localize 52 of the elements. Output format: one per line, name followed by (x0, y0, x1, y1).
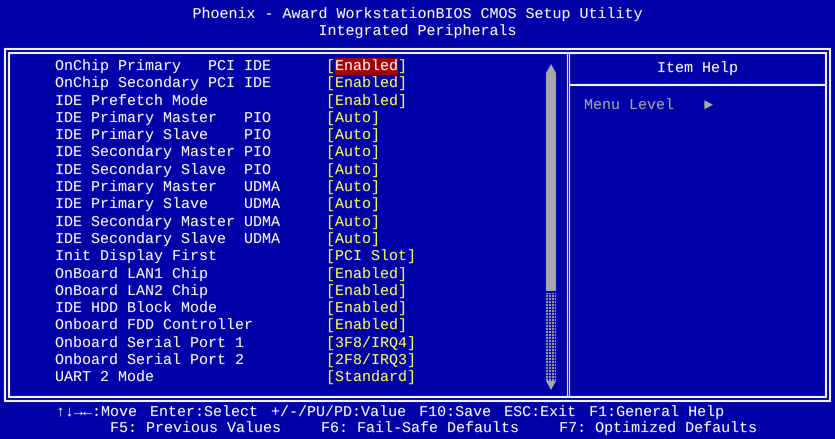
setting-value[interactable]: [Auto] (326, 110, 380, 128)
setting-label: Onboard Serial Port 2 (55, 352, 246, 370)
setting-label: OnChip Secondary PCI IDE (55, 75, 272, 93)
key-hint: +/-/PU/PD:Value (271, 405, 406, 421)
setting-value[interactable]: [Auto] (326, 196, 380, 214)
setting-label: IDE Secondary Master PIO (55, 144, 272, 162)
menu-level-label: Menu Level (584, 96, 674, 116)
menu-level-arrow: ► (704, 96, 714, 116)
setting-value[interactable]: [Auto] (326, 127, 380, 144)
setting-label: IDE Secondary Slave UDMA (55, 230, 282, 248)
setting-value[interactable]: [3F8/IRQ4] (326, 334, 416, 352)
key-hint: Enter:Select (150, 405, 258, 421)
setting-label: OnBoard LAN2 Chip (55, 282, 210, 300)
setting-label: IDE Prefetch Mode (55, 92, 210, 110)
setting-label: IDE HDD Block Mode (55, 300, 218, 318)
scrollbar-drawing[interactable] (546, 73, 556, 381)
setting-value[interactable]: [Auto] (326, 162, 380, 180)
setting-value[interactable]: [Enabled] (326, 92, 408, 110)
setting-label: IDE Secondary Master UDMA (55, 214, 282, 231)
setting-label: Onboard FDD Controller (55, 317, 254, 335)
key-hint: F1:General Help (589, 405, 724, 421)
setting-label: IDE Secondary Slave PIO (55, 162, 272, 180)
help-title: Item Help (570, 54, 825, 86)
setting-label: IDE Primary Slave UDMA (55, 196, 282, 214)
setting-value[interactable]: [Enabled] (326, 300, 408, 318)
key-hint: F5: Previous Values (110, 421, 282, 437)
setting-value[interactable]: [2F8/IRQ3] (326, 352, 416, 370)
setting-label: IDE Primary Slave PIO (55, 127, 272, 144)
key-hint: F6: Fail-Safe Defaults (321, 421, 520, 437)
setting-value[interactable]: [Enabled] (326, 266, 408, 283)
setting-label: OnChip Primary PCI IDE (55, 58, 272, 76)
setting-label: IDE Primary Master UDMA (55, 179, 282, 196)
key-hint: ESC:Exit (504, 405, 576, 421)
key-hint: ↑↓→←:Move (56, 405, 138, 421)
key-hint: F10:Save (419, 405, 492, 421)
setting-value[interactable]: [Auto] (326, 179, 380, 196)
setting-value[interactable]: [Standard] (326, 369, 416, 387)
setting-label: IDE Primary Master PIO (55, 110, 272, 128)
setting-label: Init Display First (55, 248, 218, 266)
setting-value[interactable]: [Auto] (326, 230, 380, 248)
setting-label: UART 2 Mode (55, 369, 156, 387)
page-title: Integrated Peripherals (317, 23, 518, 40)
setting-label: Onboard Serial Port 1 (55, 334, 246, 352)
setting-label: OnBoard LAN1 Chip (55, 266, 210, 283)
window-title: Phoenix - Award WorkstationBIOS CMOS Setup Utility (191, 6, 644, 23)
setting-value[interactable]: [Enabled] (326, 282, 408, 300)
key-hint: F7: Optimized Defaults (559, 421, 758, 437)
setting-value[interactable]: [Enabled] (326, 317, 408, 335)
setting-value[interactable]: [Auto] (326, 144, 380, 162)
setting-value[interactable]: [PCI Slot] (326, 248, 416, 266)
setting-value[interactable]: [Auto] (326, 214, 380, 231)
setting-value[interactable]: [Enabled] (326, 75, 408, 93)
